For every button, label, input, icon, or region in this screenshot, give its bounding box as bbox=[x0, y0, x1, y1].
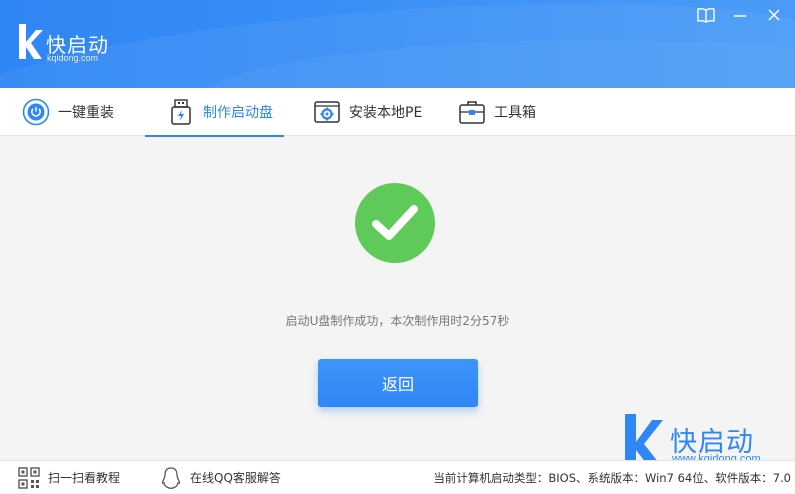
success-message: 启动U盘制作成功，本次制作用时2分57秒 bbox=[285, 314, 510, 328]
status-bar: 扫一扫看教程 在线QQ客服解答 当前计算机启动类型：BIOS、系统版本：Win7… bbox=[0, 460, 795, 493]
book-icon[interactable] bbox=[697, 6, 715, 24]
online-qq-help-link[interactable]: 在线QQ客服解答 bbox=[160, 461, 281, 494]
success-check-icon bbox=[355, 183, 435, 263]
main-tabs: 一键重装 制作启动盘 安装本地PE 工具箱 bbox=[0, 88, 795, 137]
usb-drive-icon bbox=[167, 98, 195, 126]
brand-domain: kqidong.com bbox=[47, 53, 99, 63]
online-help-label: 在线QQ客服解答 bbox=[190, 471, 281, 485]
tab-label: 一键重装 bbox=[58, 105, 114, 121]
window-controls bbox=[697, 6, 783, 24]
tab-label: 安装本地PE bbox=[349, 105, 423, 121]
tab-label: 制作启动盘 bbox=[203, 105, 273, 121]
tab-label: 工具箱 bbox=[494, 105, 536, 121]
qq-penguin-icon bbox=[160, 466, 182, 489]
tab-one-key-reinstall[interactable]: 一键重装 bbox=[22, 88, 114, 136]
logo-k-icon bbox=[19, 24, 43, 59]
tab-make-boot-disk[interactable]: 制作启动盘 bbox=[145, 88, 284, 137]
app-logo: 快启动 kqidong.com bbox=[17, 22, 108, 66]
scan-tutorial-link[interactable]: 扫一扫看教程 bbox=[18, 461, 120, 494]
qr-code-icon bbox=[18, 466, 40, 489]
title-bar: 快启动 kqidong.com bbox=[0, 0, 795, 88]
power-icon bbox=[22, 98, 50, 126]
result-panel: 启动U盘制作成功，本次制作用时2分57秒 返回 快启动 www.kqidong.… bbox=[0, 137, 795, 472]
minimize-icon[interactable] bbox=[731, 6, 749, 24]
system-status-text: 当前计算机启动类型：BIOS、系统版本：Win7 64位、软件版本：7.0 bbox=[433, 470, 791, 485]
close-icon[interactable] bbox=[765, 6, 783, 24]
tab-install-local-pe[interactable]: 安装本地PE bbox=[313, 88, 422, 136]
back-button[interactable]: 返回 bbox=[318, 359, 478, 407]
gear-box-icon bbox=[313, 98, 341, 126]
tab-toolbox[interactable]: 工具箱 bbox=[458, 88, 536, 136]
scan-tutorial-label: 扫一扫看教程 bbox=[48, 471, 121, 485]
toolbox-icon bbox=[458, 98, 486, 126]
